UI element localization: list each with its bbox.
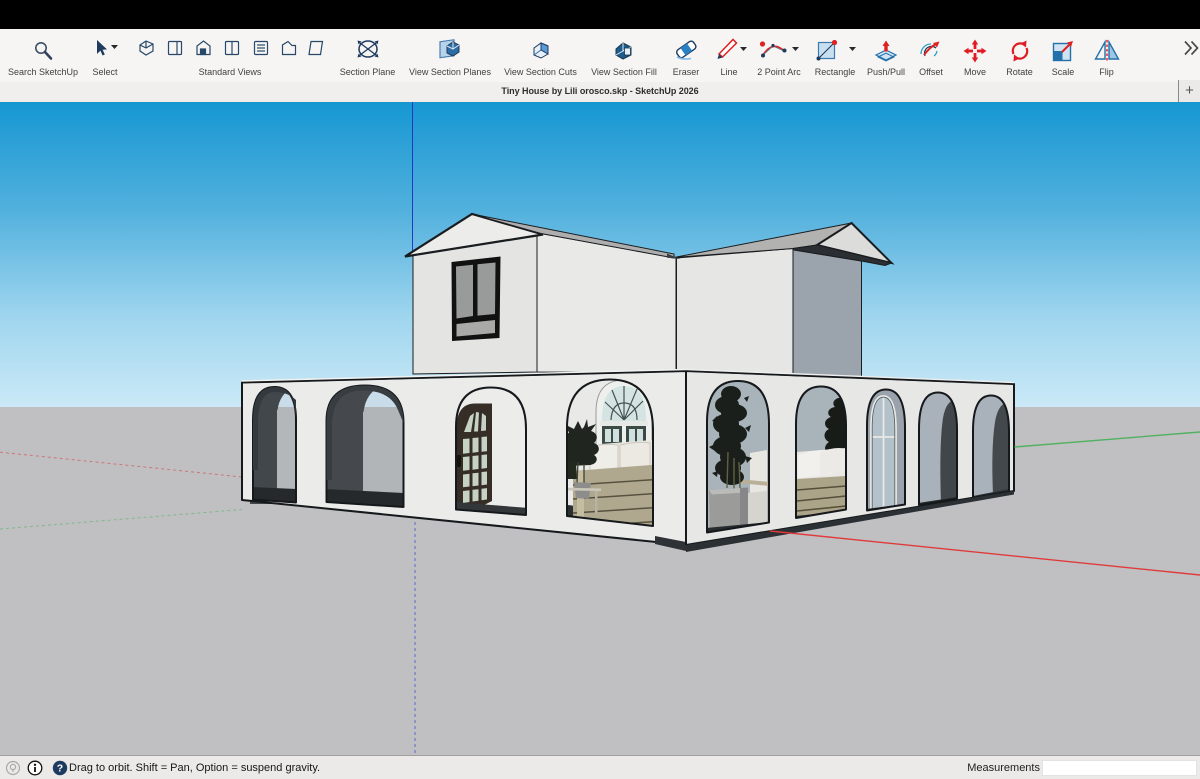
svg-text:?: ? bbox=[57, 763, 63, 775]
